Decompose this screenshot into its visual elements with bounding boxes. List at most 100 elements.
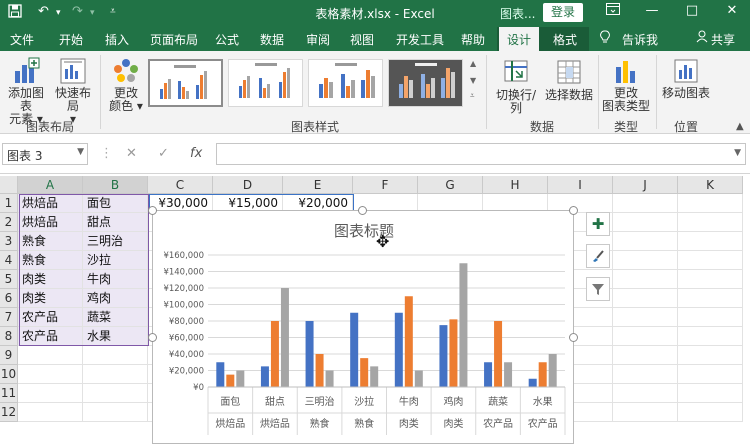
tab-design[interactable]: 设计 [499, 27, 540, 51]
cell-a9[interactable] [18, 346, 83, 365]
tell-me-search[interactable]: 告诉我 [622, 31, 658, 48]
cell-j10[interactable] [613, 365, 678, 384]
expand-formula-icon[interactable]: ▼ [734, 148, 741, 158]
cell-j2[interactable] [613, 213, 678, 232]
row-header-10[interactable]: 10 [0, 365, 18, 384]
cell-j1[interactable] [613, 194, 678, 213]
row-header-6[interactable]: 6 [0, 289, 18, 308]
resize-handle-middle-left[interactable] [148, 333, 157, 342]
cell-j9[interactable] [613, 346, 678, 365]
tab-data[interactable]: 数据 [260, 31, 284, 48]
row-header-4[interactable]: 4 [0, 251, 18, 270]
tab-page-layout[interactable]: 页面布局 [150, 31, 198, 48]
column-header-e[interactable]: E [283, 176, 353, 194]
cell-b8[interactable]: 水果 [83, 327, 148, 346]
column-header-i[interactable]: I [548, 176, 613, 194]
row-header-5[interactable]: 5 [0, 270, 18, 289]
tab-home[interactable]: 开始 [59, 31, 83, 48]
row-header-11[interactable]: 11 [0, 384, 18, 403]
column-header-f[interactable]: F [353, 176, 418, 194]
column-header-j[interactable]: J [613, 176, 678, 194]
cell-b4[interactable]: 沙拉 [83, 251, 148, 270]
resize-handle-top-right[interactable] [569, 206, 578, 215]
cell-k11[interactable] [678, 384, 743, 403]
column-header-a[interactable]: A [18, 176, 83, 194]
cell-k6[interactable] [678, 289, 743, 308]
tab-format[interactable]: 格式 [553, 31, 577, 48]
enter-icon[interactable]: ✓ [158, 146, 169, 161]
row-header-7[interactable]: 7 [0, 308, 18, 327]
tab-review[interactable]: 审阅 [306, 31, 330, 48]
cell-k9[interactable] [678, 346, 743, 365]
cell-a4[interactable]: 熟食 [18, 251, 83, 270]
cell-b9[interactable] [83, 346, 148, 365]
cell-b7[interactable]: 蔬菜 [83, 308, 148, 327]
row-header-2[interactable]: 2 [0, 213, 18, 232]
cell-j7[interactable] [613, 308, 678, 327]
cell-b6[interactable]: 鸡肉 [83, 289, 148, 308]
cell-k5[interactable] [678, 270, 743, 289]
cell-j12[interactable] [613, 403, 678, 422]
cell-j5[interactable] [613, 270, 678, 289]
column-header-g[interactable]: G [418, 176, 483, 194]
cell-a5[interactable]: 肉类 [18, 270, 83, 289]
switch-row-column-button[interactable]: 切换行/列 [490, 57, 542, 115]
cell-a6[interactable]: 肉类 [18, 289, 83, 308]
cell-a3[interactable]: 熟食 [18, 232, 83, 251]
column-header-h[interactable]: H [483, 176, 548, 194]
tab-developer[interactable]: 开发工具 [396, 31, 444, 48]
cell-a11[interactable] [18, 384, 83, 403]
login-button[interactable]: 登录 [543, 3, 583, 22]
ribbon-display-icon[interactable] [601, 3, 625, 19]
cancel-icon[interactable]: ✕ [126, 146, 137, 161]
cell-a7[interactable]: 农产品 [18, 308, 83, 327]
cell-a10[interactable] [18, 365, 83, 384]
collapse-ribbon-icon[interactable]: ▲ [736, 121, 744, 132]
maximize-icon[interactable]: □ [680, 3, 704, 18]
minimize-icon[interactable]: — [640, 3, 664, 18]
cell-a8[interactable]: 农产品 [18, 327, 83, 346]
cell-j4[interactable] [613, 251, 678, 270]
move-chart-button[interactable]: 移动图表 [660, 57, 712, 100]
gallery-down-icon[interactable]: ▼ [470, 76, 482, 85]
gallery-up-icon[interactable]: ▲ [470, 59, 482, 68]
chart-elements-button[interactable]: ✚ [586, 212, 610, 236]
tab-help[interactable]: 帮助 [461, 31, 485, 48]
row-header-8[interactable]: 8 [0, 327, 18, 346]
chart-styles-button[interactable] [586, 244, 610, 268]
cell-j6[interactable] [613, 289, 678, 308]
insert-function-icon[interactable]: fx [190, 146, 202, 161]
select-data-button[interactable]: 选择数据 [544, 57, 594, 102]
gallery-more-icon[interactable]: ⩡ [470, 91, 482, 101]
column-header-k[interactable]: K [678, 176, 743, 194]
cell-k8[interactable] [678, 327, 743, 346]
cell-k10[interactable] [678, 365, 743, 384]
row-header-12[interactable]: 12 [0, 403, 18, 422]
resize-handle-top-left[interactable] [148, 206, 157, 215]
change-chart-type-button[interactable]: 更改 图表类型 [601, 57, 651, 113]
quick-layout-button[interactable]: 快速布局 ▾ [50, 57, 96, 126]
share-button[interactable]: 共享 [711, 31, 735, 48]
cell-k12[interactable] [678, 403, 743, 422]
cell-j3[interactable] [613, 232, 678, 251]
resize-handle-top-middle[interactable] [358, 206, 367, 215]
cell-k3[interactable] [678, 232, 743, 251]
cell-j11[interactable] [613, 384, 678, 403]
tab-view[interactable]: 视图 [350, 31, 374, 48]
close-icon[interactable]: ✕ [720, 3, 744, 18]
chart-object[interactable]: 图表标题 ¥0 ¥20,000 ¥40,000 ¥60,000 ¥80,000 ¥100,… [152, 210, 574, 444]
gallery-scroll[interactable]: ▲ ▼ ⩡ [470, 59, 482, 111]
select-all-corner[interactable] [0, 176, 18, 194]
cell-b5[interactable]: 牛肉 [83, 270, 148, 289]
cell-b11[interactable] [83, 384, 148, 403]
change-colors-button[interactable]: 更改 颜色 ▾ [106, 57, 146, 113]
cell-k7[interactable] [678, 308, 743, 327]
add-chart-element-button[interactable]: 添加图表 元素 ▾ [4, 57, 48, 126]
chart-style-thumb-2[interactable] [228, 59, 303, 107]
tab-formulas[interactable]: 公式 [215, 31, 239, 48]
cell-b12[interactable] [83, 403, 148, 422]
cell-a2[interactable]: 烘焙品 [18, 213, 83, 232]
row-header-9[interactable]: 9 [0, 346, 18, 365]
formula-input[interactable]: ▼ [216, 143, 746, 165]
name-box[interactable]: 图表 3 ▼ [2, 143, 88, 165]
